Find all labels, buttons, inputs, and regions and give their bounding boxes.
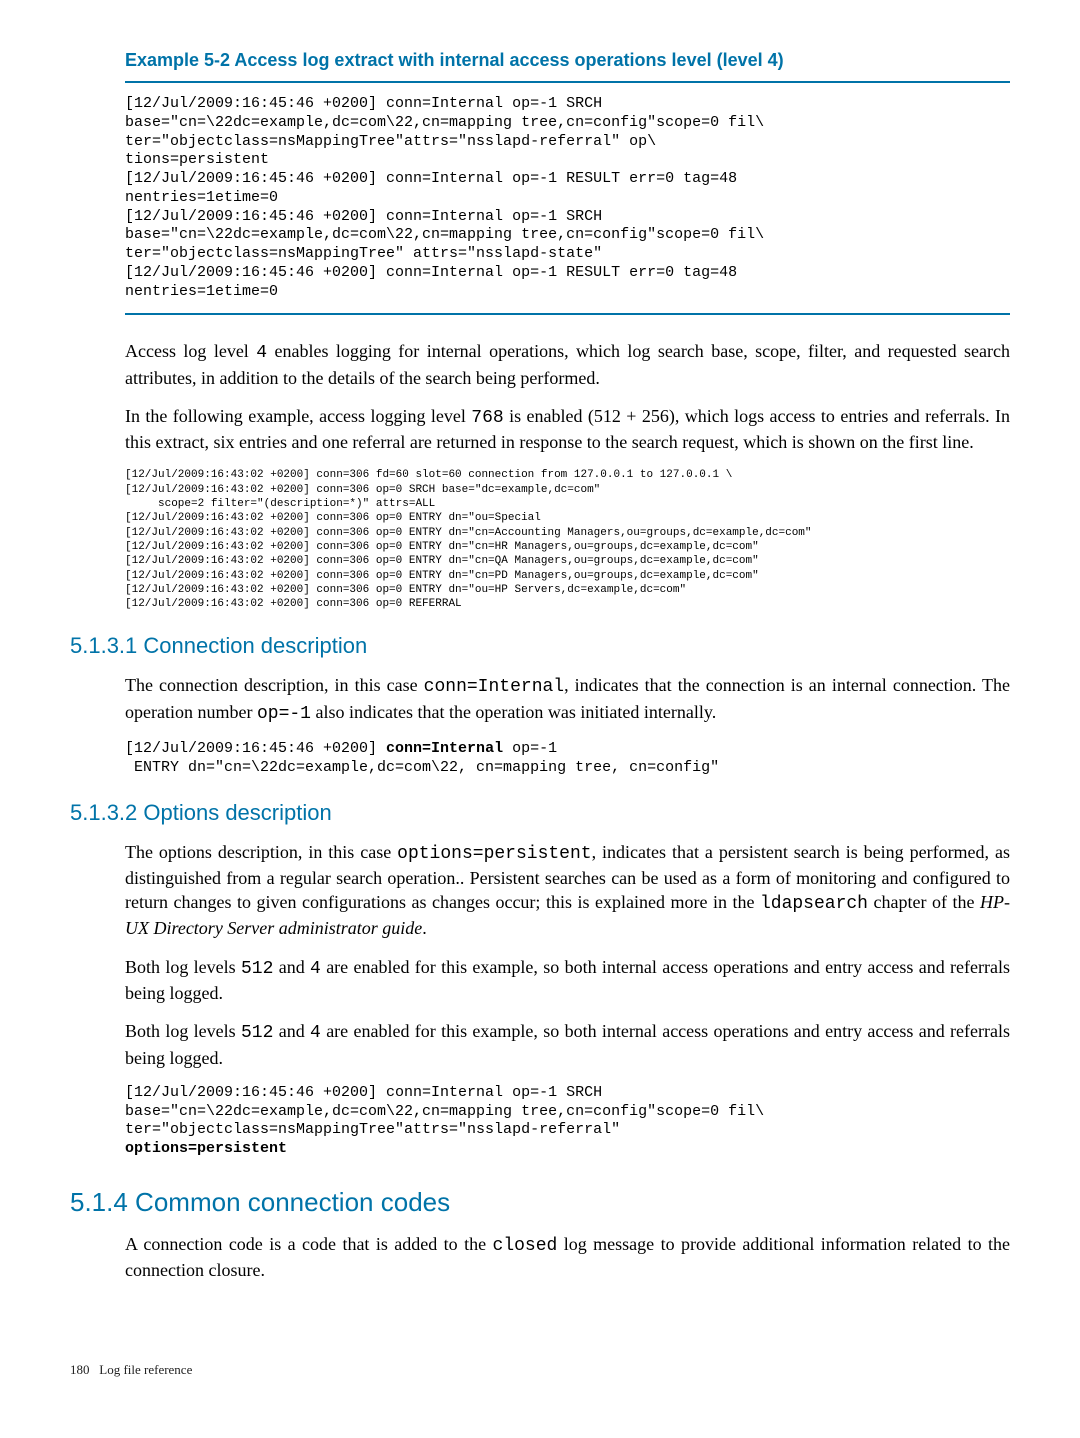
- connection-code-sample: [12/Jul/2009:16:45:46 +0200] conn=Intern…: [125, 740, 1010, 778]
- heading-5-1-3-2: 5.1.3.2 Options description: [70, 800, 1010, 826]
- options-code-sample: [12/Jul/2009:16:45:46 +0200] conn=Intern…: [125, 1084, 1010, 1159]
- example-box: [12/Jul/2009:16:45:46 +0200] conn=Intern…: [125, 81, 1010, 315]
- page-number: 180: [70, 1362, 90, 1377]
- small-code-block: [12/Jul/2009:16:43:02 +0200] conn=306 fd…: [125, 468, 1010, 611]
- heading-5-1-3-1: 5.1.3.1 Connection description: [70, 633, 1010, 659]
- paragraph-access-log-level-4: Access log level 4 enables logging for i…: [125, 339, 1010, 390]
- page-container: Example 5-2 Access log extract with inte…: [0, 0, 1080, 1438]
- options-description-para3: Both log levels 512 and 4 are enabled fo…: [125, 1019, 1010, 1070]
- example-code: [12/Jul/2009:16:45:46 +0200] conn=Intern…: [125, 95, 1010, 301]
- heading-5-1-4: 5.1.4 Common connection codes: [70, 1187, 1010, 1218]
- example-title: Example 5-2 Access log extract with inte…: [125, 50, 1010, 71]
- paragraph-access-log-level-768: In the following example, access logging…: [125, 404, 1010, 455]
- options-description-para2: Both log levels 512 and 4 are enabled fo…: [125, 955, 1010, 1006]
- connection-description-paragraph: The connection description, in this case…: [125, 673, 1010, 726]
- footer-text: Log file reference: [99, 1362, 192, 1377]
- options-description-para1: The options description, in this case op…: [125, 840, 1010, 941]
- page-footer: 180 Log file reference: [70, 1362, 1010, 1378]
- common-connection-codes-para: A connection code is a code that is adde…: [125, 1232, 1010, 1283]
